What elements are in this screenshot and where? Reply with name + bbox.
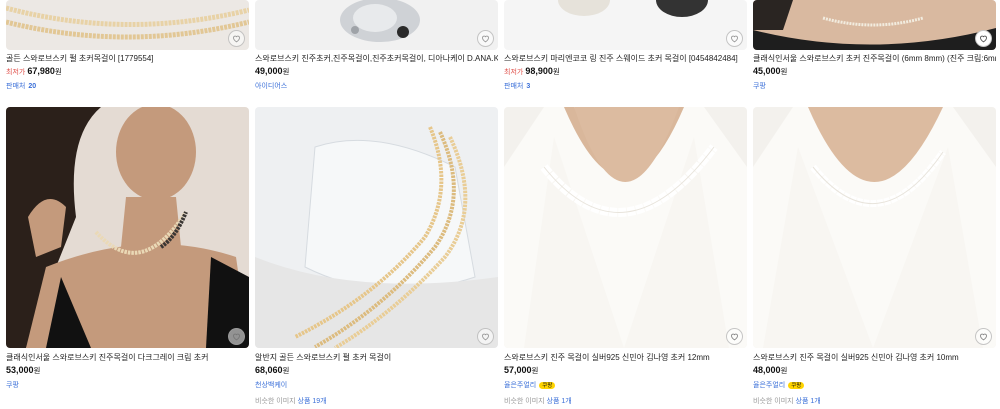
seller-link[interactable]: 율은주얼리 쿠팡 — [504, 380, 556, 390]
seller-link[interactable]: 율은주얼리 쿠팡 — [753, 380, 805, 390]
heart-icon[interactable] — [726, 30, 743, 47]
product-title[interactable]: 스와로브스키 진주초커,진주목걸이,진주초커목걸이, 디아나케이 D.ANA.K — [255, 54, 498, 64]
product-title[interactable]: 스와로브스키 진주 목걸이 실버925 신민아 김나영 초커 12mm — [504, 353, 747, 363]
seller-link[interactable]: 천상백케이 — [255, 380, 287, 390]
heart-icon[interactable] — [477, 328, 494, 345]
seller-link[interactable]: 판매처 20 — [6, 81, 36, 91]
product-image[interactable] — [6, 0, 249, 50]
coupang-badge: 쿠팡 — [539, 381, 556, 389]
product-image[interactable] — [504, 0, 747, 50]
seller-link[interactable]: 아이디어스 — [255, 81, 287, 91]
product-image[interactable] — [6, 107, 249, 348]
product-price: 53,000원 — [6, 365, 41, 375]
product-image[interactable] — [753, 0, 996, 50]
seller-link[interactable]: 쿠팡 — [753, 81, 766, 91]
heart-icon[interactable] — [975, 328, 992, 345]
heart-icon[interactable] — [228, 328, 245, 345]
product-title[interactable]: 알반지 골든 스와로브스키 펄 초커 목걸이 — [255, 353, 498, 363]
coupang-badge: 쿠팡 — [788, 381, 805, 389]
product-price: 최저가 67,980원 — [6, 66, 62, 76]
product-title[interactable]: 클래식인서울 스와로브스키 초커 진주목걸이 (6mm 8mm) (진주 크림:… — [753, 54, 996, 64]
product-title[interactable]: 클래식인서울 스와로브스키 진주목걸이 다크그레이 크림 초커 — [6, 353, 249, 363]
product-price: 57,000원 — [504, 365, 539, 375]
product-price: 68,060원 — [255, 365, 290, 375]
product-image[interactable] — [255, 107, 498, 348]
similar-images-link[interactable]: 비슷한 이미지 상품 1개 — [504, 396, 572, 406]
product-title[interactable]: 골든 스와로브스키 펄 초커목걸이 [1779554] — [6, 54, 249, 64]
heart-icon[interactable] — [477, 30, 494, 47]
similar-images-link[interactable]: 비슷한 이미지 상품 19개 — [255, 396, 327, 406]
product-image[interactable] — [255, 0, 498, 50]
heart-icon[interactable] — [726, 328, 743, 345]
heart-icon[interactable] — [975, 30, 992, 47]
seller-link[interactable]: 판매처 3 — [504, 81, 530, 91]
product-price: 45,000원 — [753, 66, 788, 76]
product-image[interactable] — [504, 107, 747, 348]
seller-link[interactable]: 쿠팡 — [6, 380, 19, 390]
product-price: 48,000원 — [753, 365, 788, 375]
product-image[interactable] — [753, 107, 996, 348]
heart-icon[interactable] — [228, 30, 245, 47]
similar-images-link[interactable]: 비슷한 이미지 상품 1개 — [753, 396, 821, 406]
product-title[interactable]: 스와로브스키 마리엔코코 링 진주 스웨이드 초커 목걸이 [045484248… — [504, 54, 747, 64]
product-price: 최저가 98,900원 — [504, 66, 560, 76]
product-title[interactable]: 스와로브스키 진주 목걸이 실버925 신민아 김나영 초커 10mm — [753, 353, 996, 363]
product-price: 49,000원 — [255, 66, 290, 76]
